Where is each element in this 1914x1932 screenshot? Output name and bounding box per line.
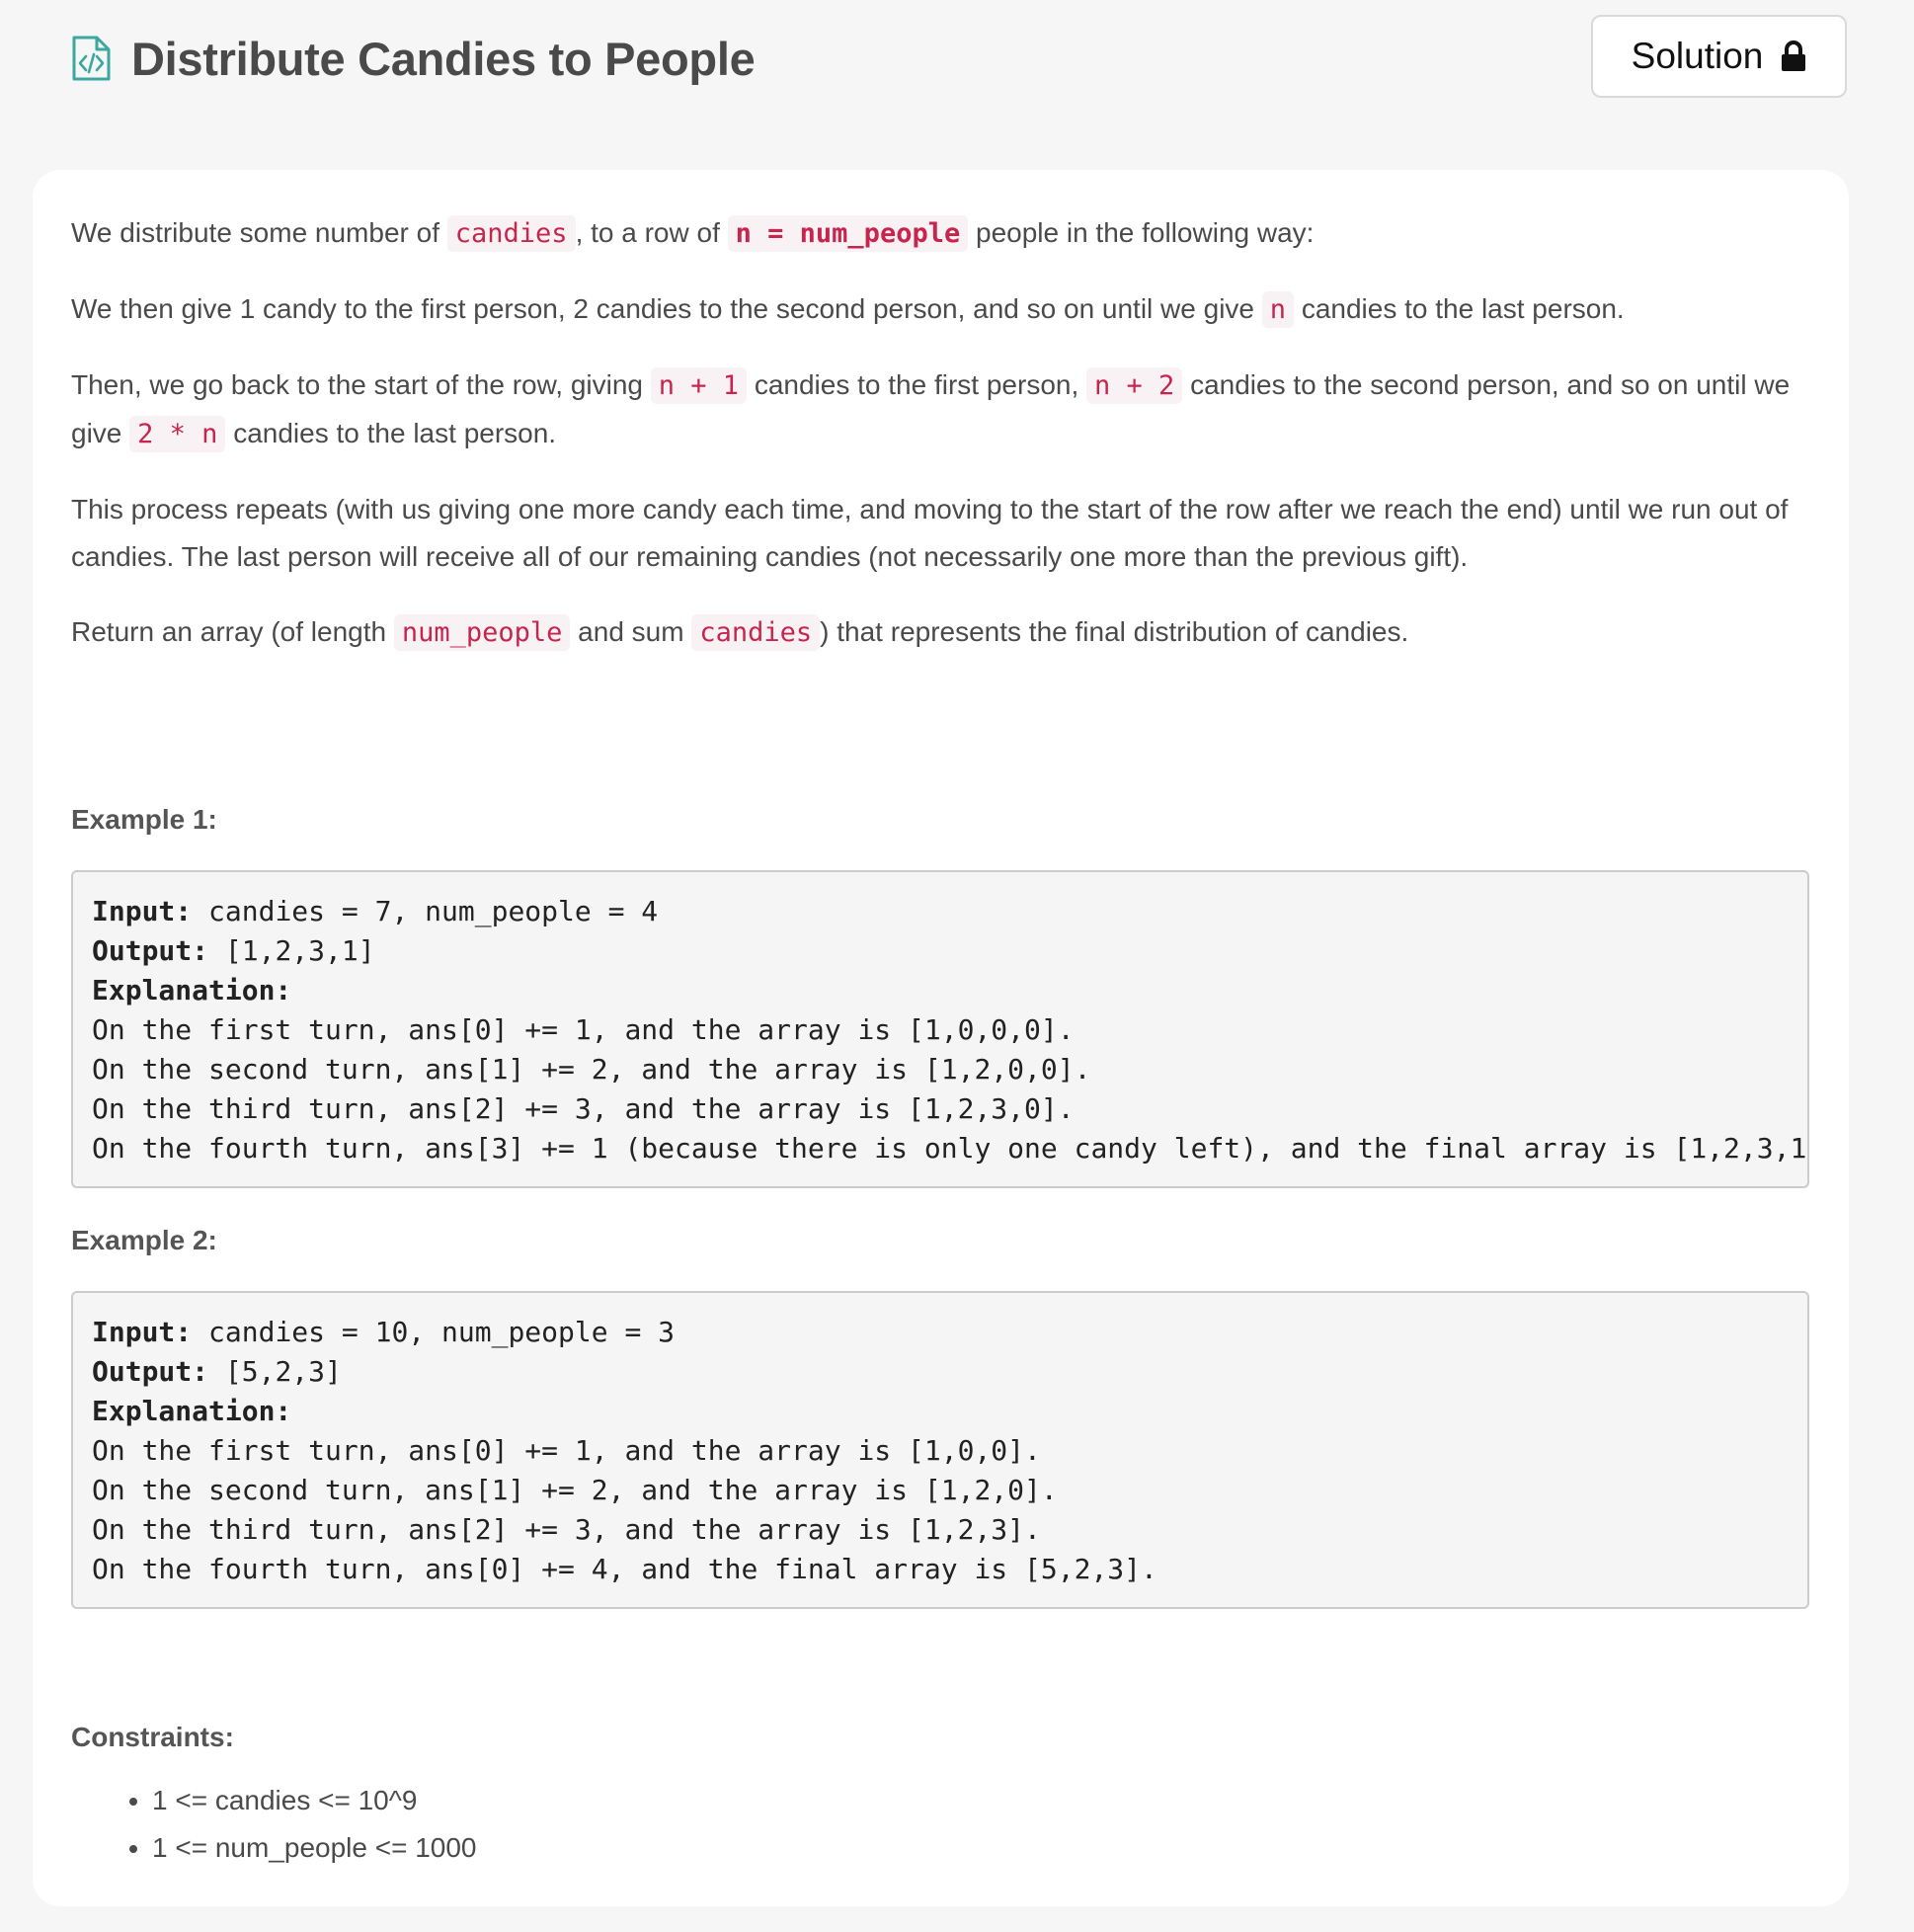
solution-button[interactable]: Solution: [1591, 15, 1847, 98]
constraint-item: 1 <= candies <= 10^9: [152, 1777, 477, 1824]
inline-code-2n: 2 * n: [129, 416, 226, 452]
text: candies to the last person.: [225, 418, 557, 448]
example-2-block: Input: candies = 10, num_people = 3 Outp…: [71, 1291, 1809, 1609]
constraint-item: 1 <= num_people <= 1000: [152, 1824, 477, 1872]
code-file-icon: [72, 36, 111, 81]
example-1-block: Input: candies = 7, num_people = 4 Outpu…: [71, 870, 1809, 1188]
example-2-label: Example 2:: [71, 1225, 217, 1255]
problem-description: We distribute some number of candies, to…: [71, 209, 1829, 1863]
text: ) that represents the final distribution…: [820, 616, 1409, 647]
page-title: Distribute Candies to People: [131, 33, 756, 85]
text: We distribute some number of: [71, 217, 447, 248]
example-1-label: Example 1:: [71, 804, 217, 835]
description-paragraph-1: We distribute some number of candies, to…: [71, 209, 1829, 258]
explanation-line: On the second turn, ans[1] += 2, and the…: [92, 1474, 1058, 1506]
explanation-line: On the first turn, ans[0] += 1, and the …: [92, 1013, 1075, 1046]
explanation-line: On the second turn, ans[1] += 2, and the…: [92, 1053, 1091, 1086]
explanation-label: Explanation:: [92, 974, 292, 1006]
text: people in the following way:: [968, 217, 1315, 248]
inline-code-n-plus-1: n + 1: [650, 367, 748, 404]
inline-code-n: n: [1261, 291, 1295, 328]
output-value: [1,2,3,1]: [208, 934, 375, 967]
input-value: candies = 7, num_people = 4: [192, 895, 659, 927]
explanation-line: On the fourth turn, ans[3] += 1 (because…: [92, 1132, 1807, 1165]
text: Return an array (of length: [71, 616, 394, 647]
text: candies to the last person.: [1294, 293, 1625, 324]
example-explanation-label: Explanation:: [92, 1392, 1807, 1431]
solution-button-label: Solution: [1631, 36, 1764, 76]
text: We then give 1 candy to the first person…: [71, 293, 1262, 324]
inline-code-n-plus-2: n + 2: [1086, 367, 1183, 404]
description-paragraph-2: We then give 1 candy to the first person…: [71, 285, 1829, 334]
example-output-line: Output: [5,2,3]: [92, 1352, 1807, 1392]
inline-code-candies: candies: [691, 614, 821, 651]
constraints-label: Constraints:: [71, 1722, 234, 1752]
description-paragraph-5: Return an array (of length num_people an…: [71, 608, 1829, 657]
input-label: Input:: [92, 895, 193, 927]
explanation-label: Explanation:: [92, 1395, 292, 1427]
text: and sum: [570, 616, 692, 647]
description-paragraph-4: This process repeats (with us giving one…: [71, 494, 1789, 572]
output-label: Output:: [92, 934, 209, 967]
text: candies to the first person,: [747, 369, 1087, 400]
explanation-line: On the fourth turn, ans[0] += 4, and the…: [92, 1553, 1157, 1585]
example-output-line: Output: [1,2,3,1]: [92, 931, 1807, 971]
description-paragraph-3: Then, we go back to the start of the row…: [71, 362, 1829, 458]
example-input-line: Input: candies = 7, num_people = 4: [92, 892, 1807, 931]
inline-code-n-num-people: n = num_people: [727, 215, 969, 252]
explanation-line: On the third turn, ans[2] += 3, and the …: [92, 1092, 1075, 1125]
output-label: Output:: [92, 1355, 209, 1388]
inline-code-num-people: num_people: [393, 614, 571, 651]
text: Then, we go back to the start of the row…: [71, 369, 651, 400]
input-label: Input:: [92, 1316, 193, 1348]
output-value: [5,2,3]: [208, 1355, 342, 1388]
page-header: Distribute Candies to People Solution: [0, 0, 1914, 119]
constraints-list: 1 <= candies <= 10^9 1 <= num_people <= …: [71, 1777, 477, 1872]
example-explanation-label: Explanation:: [92, 971, 1807, 1010]
example-input-line: Input: candies = 10, num_people = 3: [92, 1313, 1807, 1352]
text: , to a row of: [575, 217, 728, 248]
input-value: candies = 10, num_people = 3: [192, 1316, 676, 1348]
explanation-line: On the first turn, ans[0] += 1, and the …: [92, 1434, 1041, 1467]
explanation-line: On the third turn, ans[2] += 3, and the …: [92, 1513, 1041, 1546]
inline-code-candies: candies: [446, 215, 576, 252]
lock-icon: [1782, 40, 1806, 71]
problem-card: We distribute some number of candies, to…: [33, 170, 1849, 1906]
